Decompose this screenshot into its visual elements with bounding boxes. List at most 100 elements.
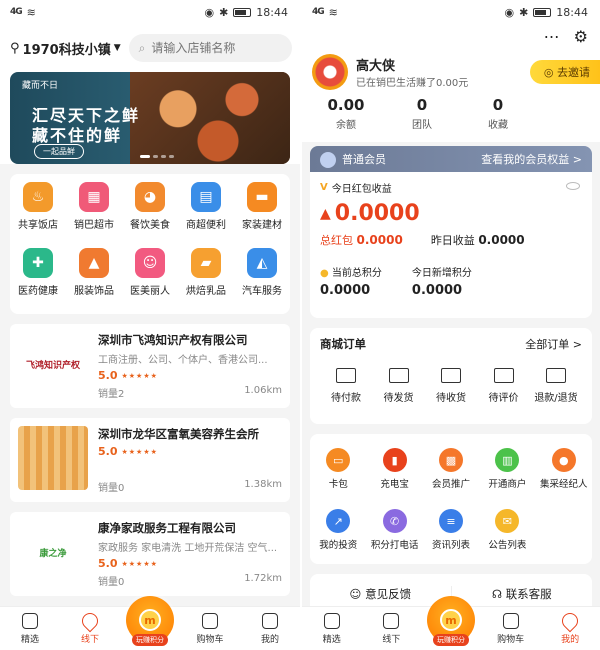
tab-location-pin[interactable]: 线下 — [60, 607, 120, 650]
tab-cart[interactable]: 购物车 — [180, 607, 240, 650]
tab-cart[interactable]: 购物车 — [481, 607, 541, 650]
category-item[interactable]: ▲ 服装饰品 — [66, 248, 122, 310]
banner-brand: 藏而不日 — [22, 81, 59, 91]
shop-logo: 飞鸿知识产权 — [18, 332, 88, 396]
bluetooth-icon: ✱ — [519, 5, 529, 19]
earnings-title: 今日红包收益 — [331, 184, 392, 195]
tool-label: 充电宝 — [380, 479, 409, 490]
category-item[interactable]: ◭ 汽车服务 — [234, 248, 290, 310]
coin-icon: ◎ — [543, 66, 557, 79]
home-screen: 4G≋ ◉ ✱ 18:44 ⚲ 1970科技小镇 ▼ ⌕ 藏而不日 汇尽天下之鲜 藏… — [0, 0, 300, 650]
stat-item[interactable]: 0.00 余额 — [308, 96, 384, 142]
tool-label: 资讯列表 — [431, 540, 470, 551]
rating-stars-icon: ★★★★★ — [121, 447, 158, 456]
category-label: 销巴超市 — [74, 220, 114, 231]
stat-label: 收藏 — [488, 120, 508, 131]
rating-stars-icon: ★★★★★ — [121, 559, 158, 568]
tool-item[interactable]: ✆ 积分打电话 — [366, 509, 422, 564]
points-game-label: 玩赚积分 — [132, 634, 168, 646]
order-status-icon — [388, 368, 409, 383]
message-icon[interactable]: ⋯ — [544, 27, 560, 46]
star-icon — [323, 613, 340, 629]
shop-card[interactable]: 康之净 康净家政服务工程有限公司 家政服务 家电清洗 工地开荒保洁 空气... 5.0… — [10, 512, 290, 596]
tab-user[interactable]: 我的 — [240, 607, 300, 650]
points-game-button[interactable]: m 玩赚积分 — [126, 596, 174, 646]
order-status-item[interactable]: 待付款 — [320, 368, 372, 404]
category-item[interactable]: ▤ 商超便利 — [178, 182, 234, 244]
tool-item[interactable]: ▥ 开通商户 — [479, 448, 535, 503]
stat-value: 0.00 — [327, 96, 365, 114]
banner-button[interactable]: 一起品鲜 — [34, 144, 84, 159]
tab-location-pin[interactable]: 线下 — [362, 607, 422, 650]
coin-icon: m — [139, 609, 161, 631]
new-points-value: 0.0000 — [411, 283, 463, 298]
tool-label: 我的投资 — [319, 540, 358, 551]
points-game-button[interactable]: m 玩赚积分 — [426, 596, 475, 646]
category-item[interactable]: ▰ 烘焙乳品 — [178, 248, 234, 310]
order-status-item[interactable]: 待收货 — [425, 368, 477, 404]
order-status-label: 待发货 — [383, 393, 414, 404]
earnings-card: V 今日红包收益 ▲ 0.0000 总红包 0.0000 昨日收益 0.0000 ●… — [310, 172, 592, 318]
points-game-label: 玩赚积分 — [432, 634, 469, 646]
all-orders-link[interactable]: 全部订单 > — [525, 336, 582, 352]
chicken-icon: ◕ — [135, 182, 165, 212]
clock: 18:44 — [256, 5, 288, 19]
tab-coin[interactable]: m 玩赚积分 — [120, 596, 180, 650]
chevron-down-icon: ▼ — [113, 43, 121, 53]
member-benefits-link[interactable]: 查看我的会员权益 > — [481, 151, 582, 167]
rating-value: 5.0 — [98, 557, 118, 570]
tab-label: 精选 — [322, 635, 341, 645]
promo-banner[interactable]: 藏而不日 汇尽天下之鲜 藏不住的鲜 一起品鲜 — [10, 72, 290, 164]
tool-item[interactable]: ▩ 会员推广 — [423, 448, 479, 503]
hide-eye-icon[interactable] — [566, 182, 580, 190]
category-item[interactable]: ▬ 家装建材 — [234, 182, 290, 244]
tab-label: 购物车 — [497, 635, 525, 645]
category-label: 烘焙乳品 — [186, 286, 226, 297]
location-selector[interactable]: ⚲ 1970科技小镇 ▼ — [10, 39, 121, 58]
rating-stars-icon: ★★★★★ — [121, 371, 158, 380]
shop-card[interactable]: 深圳市龙华区富氧美容养生会所 5.0 ★★★★★ 销量0 1.38km — [10, 418, 290, 502]
tab-star[interactable]: 精选 — [0, 607, 60, 650]
shop-logo-text: 飞鸿知识产权 — [25, 360, 80, 371]
pot-icon: ♨ — [23, 182, 53, 212]
store-icon: ▦ — [79, 182, 109, 212]
contact-button[interactable]: ☊ 联系客服 — [450, 586, 593, 602]
avatar[interactable] — [312, 54, 348, 90]
order-status-icon — [441, 368, 461, 383]
stat-item[interactable]: 0 团队 — [384, 96, 460, 142]
tool-item[interactable]: ▭ 卡包 — [310, 448, 366, 503]
category-item[interactable]: ▦ 销巴超市 — [66, 182, 122, 244]
tool-item[interactable]: ✉ 公告列表 — [479, 509, 535, 564]
feedback-button[interactable]: ☺ 意见反馈 — [310, 586, 451, 602]
stat-item[interactable]: 0 收藏 — [460, 96, 536, 142]
tool-item[interactable]: ↗ 我的投资 — [310, 509, 366, 564]
tool-item[interactable]: ● 集采经纪人 — [536, 448, 592, 503]
category-item[interactable]: ✚ 医药健康 — [10, 248, 66, 310]
shop-card[interactable]: 飞鸿知识产权 深圳市飞鸿知识产权有限公司 工商注册、公司、个体户、香港公司... 5.… — [10, 324, 290, 408]
search-input[interactable] — [151, 41, 272, 55]
phone-icon: ✆ — [382, 509, 407, 533]
tab-coin[interactable]: m 玩赚积分 — [421, 596, 481, 650]
home-header: ⚲ 1970科技小镇 ▼ ⌕ — [0, 24, 300, 72]
search-bar[interactable]: ⌕ — [128, 34, 292, 62]
category-grid: ♨ 共享饭店 ▦ 销巴超市 ◕ 餐饮美食 ▤ 商超便利 ▬ 家装建材 ✚ 医药健康 ▲ 服装饰品 ☺ 医美丽人… — [10, 174, 290, 314]
tool-item[interactable]: ≡ 资讯列表 — [423, 509, 479, 564]
yesterday-value: 0.0000 — [478, 233, 525, 247]
category-item[interactable]: ♨ 共享饭店 — [10, 182, 66, 244]
eye-icon: ◉ — [504, 5, 515, 19]
qrcode-icon: ▩ — [438, 448, 463, 472]
order-status-item[interactable]: 待发货 — [373, 368, 425, 404]
shop-logo: 康之净 — [18, 520, 88, 584]
order-status-item[interactable]: 退款/退货 — [530, 368, 582, 404]
tab-user[interactable]: 我的 — [540, 607, 600, 650]
invite-button[interactable]: ◎ 去邀请 — [529, 60, 600, 84]
category-item[interactable]: ☺ 医美丽人 — [122, 248, 178, 310]
member-bar[interactable]: 普通会员 查看我的会员权益 > — [310, 146, 592, 172]
category-item[interactable]: ◕ 餐饮美食 — [122, 182, 178, 244]
bluetooth-icon: ✱ — [219, 5, 229, 19]
order-status-item[interactable]: 待评价 — [478, 368, 530, 404]
tab-star[interactable]: 精选 — [302, 607, 362, 650]
tool-item[interactable]: ▮ 充电宝 — [366, 448, 422, 503]
stat-label: 团队 — [412, 120, 432, 131]
gear-icon[interactable]: ⚙ — [574, 27, 588, 46]
